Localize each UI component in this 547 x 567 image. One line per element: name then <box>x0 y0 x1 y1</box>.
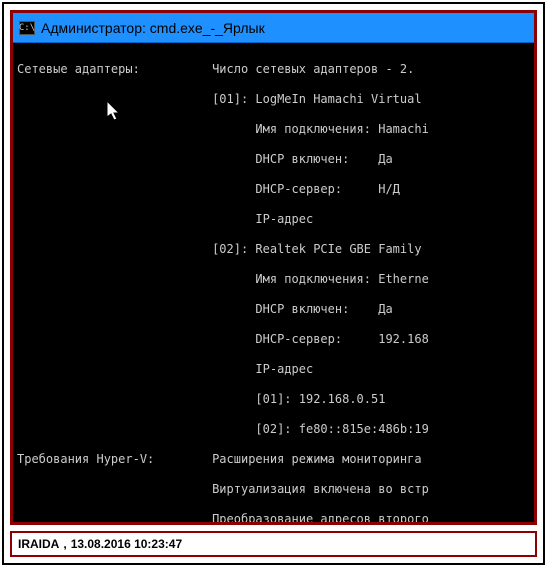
console-line: Имя подключения: Hamachi <box>17 122 530 137</box>
timestamp: 13.08.2016 10:23:47 <box>71 537 182 551</box>
console-line: [01]: 192.168.0.51 <box>17 392 530 407</box>
console-window-frame: C:\ Администратор: cmd.exe_-_Ярлык Сетев… <box>10 10 537 525</box>
console-line: Имя подключения: Etherne <box>17 272 530 287</box>
cmd-icon: C:\ <box>19 21 35 35</box>
console-line: DHCP-сервер: 192.168 <box>17 332 530 347</box>
separator: , <box>63 537 66 551</box>
console-line: [02]: Realtek PCIe GBE Family <box>17 242 530 257</box>
console-line: IP-адрес <box>17 362 530 377</box>
author-name: IRAIDA <box>18 537 59 551</box>
console-line: DHCP включен: Да <box>17 302 530 317</box>
console-line: DHCP-сервер: Н/Д <box>17 182 530 197</box>
console-line: [02]: fe80::815e:486b:19 <box>17 422 530 437</box>
console-line: Требования Hyper-V: Расширения режима мо… <box>17 452 530 467</box>
window-title: Администратор: cmd.exe_-_Ярлык <box>41 20 265 36</box>
attribution-bar: IRAIDA , 13.08.2016 10:23:47 <box>10 531 537 557</box>
console-line: Сетевые адаптеры: Число сетевых адаптеро… <box>17 62 530 77</box>
console-line: DHCP включен: Да <box>17 152 530 167</box>
outer-frame: C:\ Администратор: cmd.exe_-_Ярлык Сетев… <box>2 2 545 565</box>
window-titlebar[interactable]: C:\ Администратор: cmd.exe_-_Ярлык <box>13 13 534 43</box>
console-line: [01]: LogMeIn Hamachi Virtual <box>17 92 530 107</box>
console-output[interactable]: Сетевые адаптеры: Число сетевых адаптеро… <box>13 43 534 522</box>
console-line: Виртуализация включена во встр <box>17 482 530 497</box>
console-line: Преобразование адресов второго <box>17 512 530 522</box>
console-line: IP-адрес <box>17 212 530 227</box>
